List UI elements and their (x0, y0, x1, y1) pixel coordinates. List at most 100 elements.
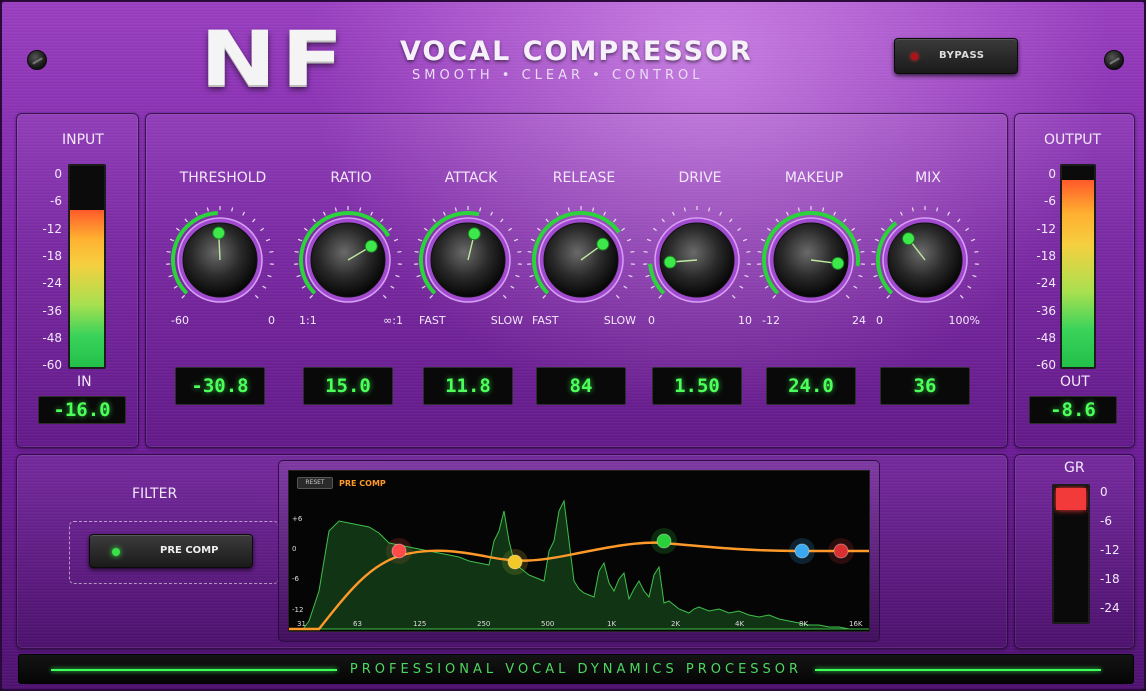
knob-tick (390, 285, 395, 289)
knob-tick (370, 211, 374, 216)
knob-min-label: -12 (762, 314, 780, 327)
bypass-button[interactable]: BYPASS (894, 38, 1018, 74)
eq-spectrum-area (302, 499, 869, 630)
knob-tick (206, 207, 209, 212)
filter-title: FILTER (132, 486, 178, 502)
knob-tick (661, 218, 665, 223)
knob-min-label: 0 (648, 314, 655, 327)
knob-tick (843, 218, 847, 223)
knob-tick (873, 274, 878, 278)
knob-tick (936, 207, 939, 212)
knob-tick (760, 238, 766, 242)
knob-value-readout[interactable]: 84 (536, 367, 626, 405)
knob-dial[interactable] (524, 198, 638, 312)
knob-tick (417, 238, 423, 242)
knob-tick (536, 227, 541, 232)
knob-tick (652, 227, 657, 232)
pre-comp-button[interactable]: PRE COMP (89, 534, 253, 568)
knob-tick (967, 285, 972, 289)
knob-tick (393, 238, 399, 242)
knob-dial[interactable] (291, 198, 405, 312)
eq-band-node[interactable] (833, 543, 849, 559)
knob-tick (911, 207, 914, 212)
knob-dial[interactable] (640, 198, 754, 312)
eq-db-label: 0 (292, 545, 296, 553)
knob-tick (592, 207, 595, 212)
knob-tick (252, 218, 256, 223)
knob-tick (173, 285, 178, 289)
eq-frequency-label: 31 (297, 620, 306, 628)
knob-value-readout[interactable]: 1.50 (652, 367, 742, 405)
knob-tick (334, 207, 337, 212)
knob-tick (683, 207, 686, 212)
knob-tick (545, 218, 549, 223)
meter-scale-tick: -12 (42, 221, 62, 236)
pre-comp-label: PRE COMP (160, 545, 219, 556)
eq-band-node[interactable] (391, 543, 407, 559)
eq-frequency-label: 250 (477, 620, 490, 628)
knob-tick (169, 238, 175, 242)
knob-tick (194, 211, 198, 216)
eq-frequency-label: 1K (607, 620, 616, 628)
knob-tick (515, 274, 520, 278)
knob-indicator-dot (364, 239, 378, 253)
knob-min-label: FAST (532, 314, 559, 327)
knob-tick (744, 274, 749, 278)
knob-tick (775, 218, 779, 223)
eq-display[interactable]: +6 0 -6 -12 31 63 125 250 500 1K 2K 4K 8K 16K RESET P… (288, 470, 870, 632)
knob-value-readout[interactable]: -30.8 (175, 367, 265, 405)
input-meter-title: INPUT (62, 132, 104, 148)
meter-scale-tick: -12 (1036, 221, 1056, 236)
knob-tick (479, 207, 482, 212)
knob-tick (454, 207, 457, 212)
pre-comp-led-icon (112, 548, 120, 556)
knob-dial[interactable] (868, 198, 982, 312)
knob-min-label: 1:1 (299, 314, 317, 327)
knob-dial[interactable] (163, 198, 277, 312)
knob-value-readout[interactable]: 24.0 (766, 367, 856, 405)
gain-reduction-meter (1052, 484, 1090, 624)
knob-tick (970, 238, 976, 242)
meter-scale-tick: -24 (1100, 601, 1120, 615)
output-meter-label: OUT (1060, 374, 1090, 390)
knob-tick (296, 274, 301, 278)
knob-max-label: SLOW (490, 314, 523, 327)
eq-band-node[interactable] (507, 554, 523, 570)
eq-graph[interactable]: +6 0 -6 -12 31 63 125 250 500 1K 2K 4K 8K 16K (289, 471, 869, 631)
eq-frequency-label: 8K (799, 620, 808, 628)
knob-tick (322, 211, 326, 216)
eq-band-node[interactable] (794, 543, 810, 559)
knob-dial[interactable] (754, 198, 868, 312)
knob-tick (766, 227, 771, 232)
knob-value-readout[interactable]: 36 (880, 367, 970, 405)
meter-scale-tick: -60 (1036, 358, 1056, 373)
plugin-title: VOCAL COMPRESSOR (400, 36, 753, 67)
knob-max-label: 24 (852, 314, 866, 327)
eq-frequency-label: 16K (849, 620, 863, 628)
meter-scale-tick: -6 (1044, 194, 1056, 209)
knob-tick (628, 274, 633, 278)
knob-tick (874, 238, 880, 242)
eq-band-node[interactable] (656, 533, 672, 549)
knob-tick (269, 250, 274, 253)
knob-tick (529, 274, 534, 278)
knob-value-readout[interactable]: 15.0 (303, 367, 393, 405)
knob-tick (530, 238, 536, 242)
knob-tick (423, 227, 428, 232)
knob-tick (432, 218, 436, 223)
meter-scale-tick: -60 (42, 358, 62, 373)
meter-scale-tick: -36 (1036, 303, 1056, 318)
knob-value-readout[interactable]: 11.8 (423, 367, 513, 405)
knob-tick (757, 250, 762, 253)
knob-tick (397, 250, 402, 253)
knob-tick (742, 238, 748, 242)
knob-tick (301, 285, 306, 289)
plugin-window: NF VOCAL COMPRESSOR SMOOTH • CLEAR • CON… (0, 0, 1146, 691)
knob-tick (429, 294, 434, 299)
knob-max-label: 100% (948, 314, 980, 327)
knob-dial[interactable] (411, 198, 525, 312)
eq-reset-button[interactable]: RESET (297, 477, 333, 489)
knob-tick (974, 250, 979, 253)
output-meter-title: OUTPUT (1044, 132, 1102, 148)
knob-label: THRESHOLD (179, 170, 267, 186)
